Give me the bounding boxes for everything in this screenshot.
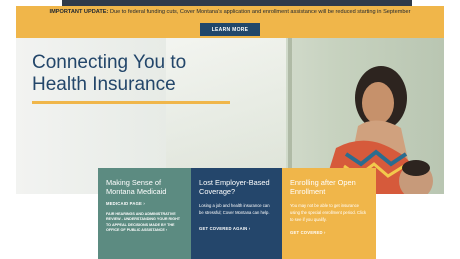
card-lost-coverage-title: Lost Employer-Based Coverage?	[199, 178, 270, 196]
title-underline	[32, 101, 230, 104]
card-lost-coverage: Lost Employer-Based Coverage? Losing a j…	[191, 168, 282, 259]
card-enrolling-after: Enrolling after Open Enrollment You may …	[282, 168, 376, 259]
card-medicaid-title: Making Sense of Montana Medicaid	[106, 178, 167, 196]
alert-message: Due to federal funding cuts, Cover Monta…	[109, 9, 411, 15]
alert-banner: IMPORTANT UPDATE: Due to federal funding…	[16, 6, 444, 39]
card-medicaid: Making Sense of Montana Medicaid MEDICAI…	[98, 168, 191, 259]
get-covered-again-link[interactable]: GET COVERED AGAIN ›	[199, 226, 274, 231]
card-lost-coverage-body: Losing a job and health insurance can be…	[199, 203, 270, 215]
get-covered-link[interactable]: GET COVERED ›	[290, 230, 368, 235]
alert-text: IMPORTANT UPDATE: Due to federal funding…	[16, 9, 444, 16]
fair-hearings-link[interactable]: FAIR HEARINGS AND ADMINISTRATIVE REVIEW …	[106, 212, 183, 234]
card-enrolling-title: Enrolling after Open Enrollment	[290, 178, 356, 196]
card-enrolling-body: You may not be able to get insurance usi…	[290, 203, 367, 222]
medicaid-page-link[interactable]: MEDICAID PAGE ›	[106, 201, 183, 206]
hero-title: Connecting You to Health Insurance	[32, 52, 187, 95]
learn-more-button[interactable]: LEARN MORE	[200, 23, 260, 36]
alert-label: IMPORTANT UPDATE:	[49, 9, 109, 15]
